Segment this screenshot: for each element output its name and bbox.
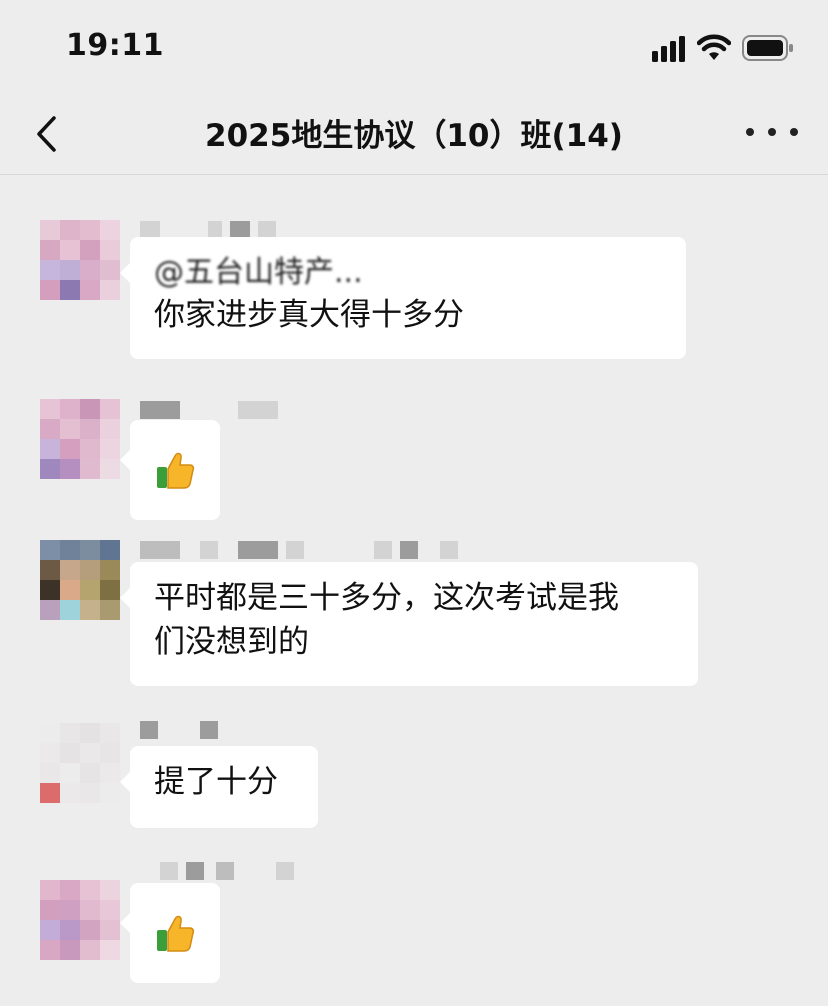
status-bar: 19:11 xyxy=(0,0,828,96)
message-text-line: 平时都是三十多分，这次考试是我 xyxy=(154,580,619,616)
sender-name xyxy=(140,720,218,740)
avatar[interactable] xyxy=(40,399,120,479)
ellipsis-icon xyxy=(746,128,754,136)
avatar[interactable] xyxy=(40,880,120,960)
chat-title: 2025地生协议（10）班(14) xyxy=(205,118,623,154)
mention-text: @五台山特产... xyxy=(154,255,363,290)
more-button[interactable] xyxy=(740,110,804,154)
ellipsis-icon xyxy=(768,128,776,136)
message-bubble[interactable]: 平时都是三十多分，这次考试是我 们没想到的 xyxy=(120,562,698,686)
message-bubble[interactable]: 提了十分 xyxy=(120,746,318,828)
emoji-bubble[interactable] xyxy=(120,883,220,983)
wifi-icon xyxy=(697,34,731,60)
emoji-bubble[interactable] xyxy=(120,420,220,520)
thumbs-up-icon xyxy=(157,452,195,489)
status-time: 19:11 xyxy=(66,28,164,63)
chat-area[interactable]: @五台山特产... 你家进步真大得十多分 平时都是三十多分，这次考试是我 们没想… xyxy=(0,175,828,1006)
thumbs-up-icon xyxy=(157,915,195,952)
sender-name xyxy=(140,540,458,560)
nav-bar: 2025地生协议（10）班(14) xyxy=(0,96,828,175)
avatar[interactable] xyxy=(40,220,120,300)
message-text: 你家进步真大得十多分 xyxy=(154,297,464,333)
chevron-left-icon xyxy=(37,116,56,152)
battery-icon xyxy=(742,35,793,61)
cellular-signal-icon xyxy=(652,36,685,62)
back-button[interactable] xyxy=(24,106,68,162)
avatar[interactable] xyxy=(40,540,120,620)
message-text-line: 们没想到的 xyxy=(154,624,309,660)
avatar[interactable] xyxy=(40,723,120,803)
sender-name xyxy=(140,861,294,881)
sender-name xyxy=(140,400,278,420)
message-bubble[interactable]: @五台山特产... 你家进步真大得十多分 xyxy=(120,237,686,359)
ellipsis-icon xyxy=(790,128,798,136)
message-text: 提了十分 xyxy=(154,764,278,800)
